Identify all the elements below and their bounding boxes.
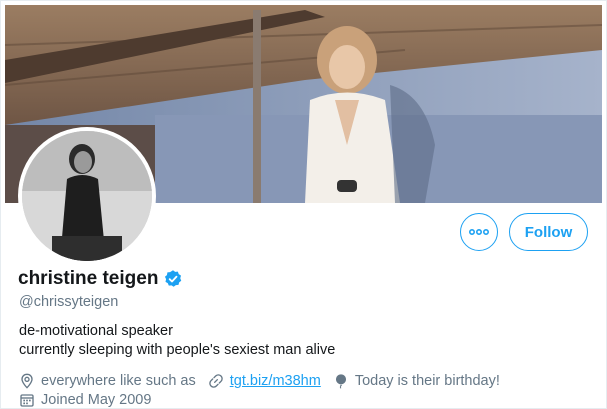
bio-line: de-motivational speaker (19, 323, 173, 339)
verified-badge-icon (165, 270, 182, 287)
follow-button[interactable]: Follow (509, 213, 588, 251)
joined-text: Joined May 2009 (41, 391, 152, 408)
website-item: tgt.biz/m38hm (208, 373, 321, 389)
location-pin-icon (21, 373, 33, 389)
calendar-icon (20, 393, 34, 407)
profile-avatar[interactable] (18, 127, 156, 265)
profile-handle: @chrissyteigen (19, 294, 119, 310)
display-name: christine teigen (18, 268, 159, 289)
profile-name-row: christine teigen (18, 268, 183, 290)
location-text: everywhere like such as (41, 372, 196, 389)
profile-bio: de-motivational speaker currently sleepi… (19, 322, 335, 360)
website-link[interactable]: tgt.biz/m38hm (230, 373, 321, 389)
birthday-text: Today is their birthday! (354, 372, 500, 389)
location-item: everywhere like such as (19, 373, 196, 389)
link-icon (208, 373, 223, 388)
more-options-icon (469, 229, 489, 235)
meta-row: Joined May 2009 (19, 390, 512, 409)
meta-row: everywhere like such as tgt.biz/m38hm To… (19, 371, 512, 390)
avatar-photo (22, 131, 152, 261)
bio-line: currently sleeping with people's sexiest… (19, 342, 336, 358)
joined-item: Joined May 2009 (19, 392, 151, 408)
more-options-button[interactable] (460, 213, 498, 251)
profile-meta: everywhere like such as tgt.biz/m38hm To… (19, 371, 512, 409)
balloon-icon (335, 373, 346, 389)
birthday-item: Today is their birthday! (333, 373, 500, 389)
